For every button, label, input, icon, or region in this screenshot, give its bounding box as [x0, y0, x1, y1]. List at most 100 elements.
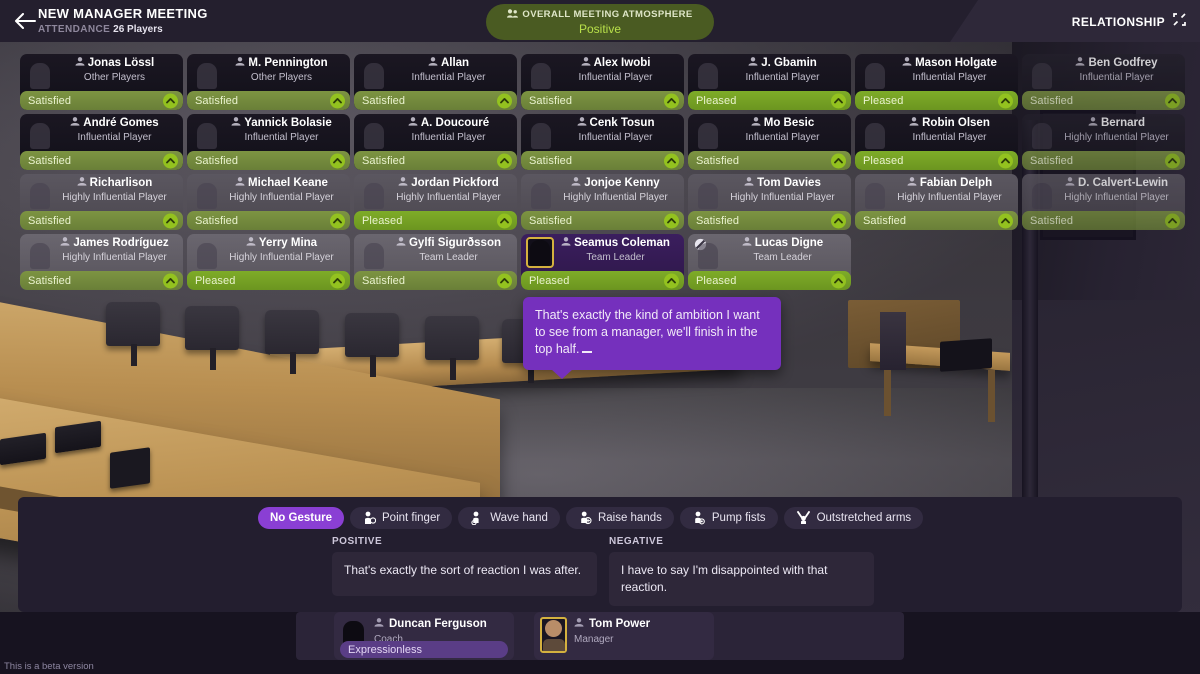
- player-mood-bar[interactable]: Satisfied: [1022, 151, 1185, 170]
- player-card[interactable]: Jonas Lössl Other Players Satisfied: [20, 54, 183, 110]
- player-card[interactable]: Lucas Digne Team Leader Pleased: [688, 234, 851, 290]
- staff-expression: Expressionless: [340, 641, 508, 658]
- staff-card-manager[interactable]: Tom Power Manager: [534, 612, 714, 660]
- chair-stem: [450, 358, 456, 380]
- person-icon: [246, 237, 256, 249]
- player-card[interactable]: Alex Iwobi Influential Player Satisfied: [521, 54, 684, 110]
- player-card[interactable]: Bernard Highly Influential Player Satisfie…: [1022, 114, 1185, 170]
- player-card[interactable]: Ben Godfrey Influential Player Satisfied: [1022, 54, 1185, 110]
- player-card[interactable]: Gylfi Sigurðsson Team Leader Satisfied: [354, 234, 517, 290]
- chevron-up-icon: [163, 93, 178, 108]
- player-card[interactable]: J. Gbamin Influential Player Pleased: [688, 54, 851, 110]
- atmosphere-label: OVERALL MEETING ATMOSPHERE: [522, 9, 693, 20]
- player-card-header: Alex Iwobi Influential Player: [521, 54, 684, 91]
- player-name: Alex Iwobi: [521, 57, 684, 69]
- player-name: Robin Olsen: [855, 117, 1018, 129]
- player-mood-bar[interactable]: Pleased: [855, 151, 1018, 170]
- player-role: Influential Player: [745, 72, 820, 83]
- player-mood-bar[interactable]: Satisfied: [20, 271, 183, 290]
- chevron-up-icon: [497, 153, 512, 168]
- back-arrow-icon[interactable]: [10, 8, 40, 34]
- gesture-button-no-gesture[interactable]: No Gesture: [258, 507, 344, 529]
- player-mood-bar[interactable]: Satisfied: [20, 151, 183, 170]
- chevron-up-icon: [330, 273, 345, 288]
- gesture-button-pump-fists[interactable]: Pump fists: [679, 507, 778, 529]
- player-mood-bar[interactable]: Pleased: [187, 271, 350, 290]
- negative-response-column: NEGATIVE I have to say I'm disappointed …: [609, 536, 874, 606]
- player-name: Jonjoe Kenny: [521, 177, 684, 189]
- player-mood-bar[interactable]: Satisfied: [1022, 91, 1185, 110]
- staff-card-coach[interactable]: Duncan Ferguson Coach Expressionless: [334, 612, 514, 660]
- player-card[interactable]: Michael Keane Highly Influential Player Sa…: [187, 174, 350, 230]
- player-card[interactable]: Fabian Delph Highly Influential Player Sat…: [855, 174, 1018, 230]
- player-mood-bar[interactable]: Pleased: [688, 91, 851, 110]
- player-mood-bar[interactable]: Satisfied: [688, 211, 851, 230]
- player-mood-bar[interactable]: Pleased: [521, 271, 684, 290]
- player-card-header: Gylfi Sigurðsson Team Leader: [354, 234, 517, 271]
- player-mood-bar[interactable]: Satisfied: [521, 151, 684, 170]
- player-card[interactable]: Seamus Coleman Team Leader Pleased: [521, 234, 684, 290]
- player-mood-bar[interactable]: Satisfied: [187, 91, 350, 110]
- player-name-text: D. Calvert-Lewin: [1077, 177, 1169, 189]
- gesture-button-raise-hands[interactable]: Raise hands: [565, 507, 674, 529]
- player-card[interactable]: Allan Influential Player Satisfied: [354, 54, 517, 110]
- player-card[interactable]: A. Doucouré Influential Player Satisfied: [354, 114, 517, 170]
- expand-icon: [1173, 13, 1186, 31]
- player-mood-bar[interactable]: Satisfied: [688, 151, 851, 170]
- player-card[interactable]: Jonjoe Kenny Highly Influential Player Sat…: [521, 174, 684, 230]
- player-mood-bar[interactable]: Satisfied: [521, 211, 684, 230]
- player-name: Gylfi Sigurðsson: [354, 237, 517, 249]
- player-mood-bar[interactable]: Satisfied: [1022, 211, 1185, 230]
- player-mood-bar[interactable]: Satisfied: [20, 91, 183, 110]
- player-card[interactable]: M. Pennington Other Players Satisfied: [187, 54, 350, 110]
- player-card[interactable]: Robin Olsen Influential Player Pleased: [855, 114, 1018, 170]
- chevron-up-icon: [497, 273, 512, 288]
- player-card[interactable]: Tom Davies Highly Influential Player Satis…: [688, 174, 851, 230]
- gesture-button-wave-hand[interactable]: Wave hand: [458, 507, 560, 529]
- player-name-text: Michael Keane: [248, 177, 328, 189]
- player-mood-bar[interactable]: Pleased: [688, 271, 851, 290]
- player-mood-text: Satisfied: [195, 214, 239, 227]
- staff-name-text: Tom Power: [589, 618, 651, 630]
- gesture-button-outstretched-arms[interactable]: Outstretched arms: [783, 507, 924, 529]
- negative-response-option[interactable]: I have to say I'm disappointed with that…: [609, 552, 874, 606]
- player-card[interactable]: Jordan Pickford Highly Influential Player…: [354, 174, 517, 230]
- player-mood-bar[interactable]: Satisfied: [354, 91, 517, 110]
- player-role: Influential Player: [578, 132, 653, 143]
- player-name-text: Robin Olsen: [922, 117, 990, 129]
- player-name-text: Mo Besic: [763, 117, 815, 129]
- person-icon: [1075, 57, 1085, 69]
- chevron-up-icon: [664, 93, 679, 108]
- player-role: Highly Influential Player: [1064, 192, 1169, 203]
- person-icon: [742, 237, 752, 249]
- player-mood-bar[interactable]: Satisfied: [354, 271, 517, 290]
- gesture-button-point-finger[interactable]: Point finger: [350, 507, 453, 529]
- player-card[interactable]: André Gomes Influential Player Satisfied: [20, 114, 183, 170]
- player-card[interactable]: Richarlison Highly Influential Player Sati…: [20, 174, 183, 230]
- player-card[interactable]: Yerry Mina Highly Influential Player Pleas…: [187, 234, 350, 290]
- player-card-header: Jonjoe Kenny Highly Influential Player: [521, 174, 684, 211]
- player-mood-bar[interactable]: Satisfied: [20, 211, 183, 230]
- player-card[interactable]: D. Calvert-Lewin Highly Influential Playe…: [1022, 174, 1185, 230]
- player-mood-bar[interactable]: Satisfied: [521, 91, 684, 110]
- player-mood-text: Satisfied: [28, 154, 72, 167]
- staff-name: Tom Power: [574, 618, 650, 630]
- player-mood-bar[interactable]: Satisfied: [855, 211, 1018, 230]
- player-card[interactable]: Mason Holgate Influential Player Pleased: [855, 54, 1018, 110]
- positive-response-option[interactable]: That's exactly the sort of reaction I wa…: [332, 552, 597, 596]
- gesture-label: Pump fists: [711, 512, 766, 524]
- player-card[interactable]: James Rodríguez Highly Influential Player…: [20, 234, 183, 290]
- player-card[interactable]: Mo Besic Influential Player Satisfied: [688, 114, 851, 170]
- player-mood-bar[interactable]: Satisfied: [187, 211, 350, 230]
- player-mood-bar[interactable]: Pleased: [354, 211, 517, 230]
- player-card[interactable]: Cenk Tosun Influential Player Satisfied: [521, 114, 684, 170]
- player-mood-bar[interactable]: Pleased: [855, 91, 1018, 110]
- overall-atmosphere-pill[interactable]: OVERALL MEETING ATMOSPHERE Positive: [486, 4, 714, 40]
- player-card[interactable]: Yannick Bolasie Influential Player Satisfi…: [187, 114, 350, 170]
- pump-fists-icon: [692, 511, 706, 525]
- player-mood-bar[interactable]: Satisfied: [354, 151, 517, 170]
- relationship-button[interactable]: RELATIONSHIP: [1072, 13, 1186, 31]
- player-role: Highly Influential Player: [62, 192, 167, 203]
- player-mood-bar[interactable]: Satisfied: [187, 151, 350, 170]
- response-options: POSITIVE That's exactly the sort of reac…: [332, 536, 874, 606]
